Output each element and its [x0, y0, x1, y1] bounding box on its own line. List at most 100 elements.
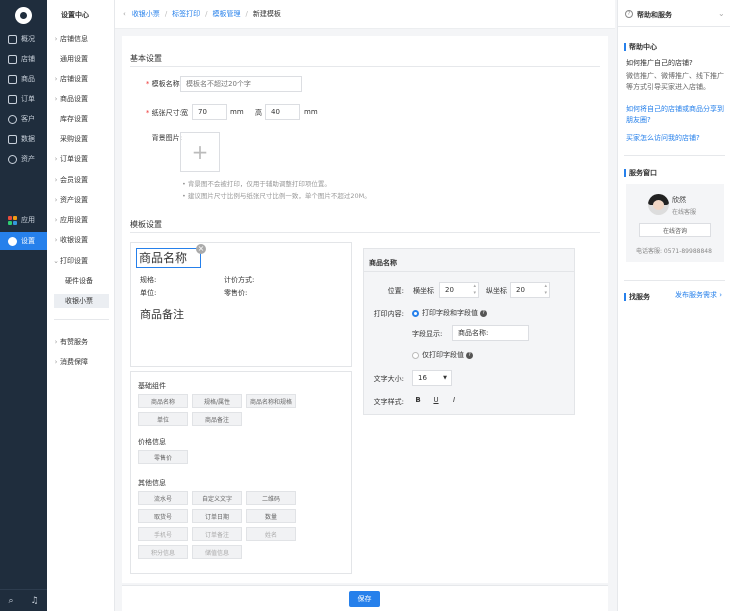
subnav-item[interactable]: 库存设置 [47, 112, 115, 126]
breadcrumb-link[interactable]: 模板管理 [213, 9, 241, 19]
search-icon[interactable]: ⌕ [8, 596, 13, 606]
chevron-right-icon: › [54, 75, 58, 83]
chevron-right-icon: › [54, 95, 58, 103]
nav-item-data[interactable]: 数据 [0, 130, 47, 148]
height-input[interactable] [265, 104, 300, 120]
close-icon[interactable]: × [196, 244, 206, 254]
nav-item-overview[interactable]: 概况 [0, 30, 47, 48]
group-title: 其他信息 [138, 479, 166, 487]
height-label: 高 [255, 109, 262, 117]
width-input[interactable] [192, 104, 227, 120]
accent-bar [624, 169, 626, 177]
subnav-item-print[interactable]: ⌄ 打印设置 [47, 254, 115, 268]
template-name-input[interactable] [180, 76, 302, 92]
chevron-right-icon: › [54, 338, 58, 346]
shop-avatar[interactable] [15, 7, 32, 24]
component-chip[interactable]: 手机号 [138, 527, 188, 541]
italic-button[interactable]: I [448, 394, 460, 406]
canvas-pricing[interactable]: 计价方式: [224, 275, 254, 285]
field-display-input[interactable]: 商品名称: [452, 325, 529, 341]
find-service-link[interactable]: 发布服务需求 › [675, 290, 722, 301]
underline-button[interactable]: U [430, 394, 442, 406]
component-chip[interactable]: 规格/属性 [192, 394, 242, 408]
subnav-label: 采购设置 [60, 135, 88, 143]
nav-item-store[interactable]: 店铺 [0, 50, 47, 68]
subnav-item[interactable]: › 应用设置 [47, 213, 115, 227]
subnav-item[interactable]: › 店铺设置 [47, 72, 115, 86]
label-text: 模板名称: [151, 80, 182, 88]
subnav-item[interactable]: › 收银设置 [47, 233, 115, 247]
nav-item-assets[interactable]: 资产 [0, 150, 47, 168]
component-chip[interactable]: 订单备注 [192, 527, 242, 541]
font-size-select[interactable]: 16 ▼ [412, 370, 452, 386]
nav-item-customers[interactable]: 客户 [0, 110, 47, 128]
component-chip[interactable]: 商品名称 [138, 394, 188, 408]
component-chip[interactable]: 商品名称和规格 [246, 394, 296, 408]
subnav-label: 收银设置 [60, 236, 88, 244]
subnav-item[interactable]: 采购设置 [47, 132, 115, 146]
chevron-down-icon: ⌄ [53, 257, 59, 265]
canvas-retail[interactable]: 零售价: [224, 288, 247, 298]
component-chip[interactable]: 单位 [138, 412, 188, 426]
save-button[interactable]: 保存 [349, 591, 380, 607]
chevron-right-icon: › [54, 155, 58, 163]
position-label: 位置: [387, 287, 404, 295]
chevron-down-icon[interactable]: ⌄ [718, 9, 725, 18]
x-input[interactable]: 20 ▴ ▾ [439, 282, 479, 298]
component-chip[interactable]: 姓名 [246, 527, 296, 541]
stepper-icon[interactable]: ▴ ▾ [544, 283, 547, 297]
radio-value-only[interactable]: 仅打印字段值? [412, 350, 473, 360]
bell-icon[interactable]: ♫ [30, 596, 38, 606]
breadcrumb-link[interactable]: 标签打印 [172, 9, 200, 19]
help-link[interactable]: 买家怎么访问我的店铺? [626, 133, 726, 144]
component-chip[interactable]: 积分信息 [138, 545, 188, 559]
subnav-child-hardware[interactable]: 硬件设备 [47, 274, 115, 288]
subnav-item[interactable]: › 有赞服务 [47, 335, 115, 349]
component-chip[interactable]: 取货号 [138, 509, 188, 523]
component-chip[interactable]: 数量 [246, 509, 296, 523]
canvas-note[interactable]: 商品备注 [140, 306, 184, 322]
nav-item-label: 店铺 [21, 55, 35, 63]
accent-bar [624, 293, 626, 301]
stepper-icon[interactable]: ▴ ▾ [473, 283, 476, 297]
subnav-label: 应用设置 [60, 216, 88, 224]
subnav-item[interactable]: 通用设置 [47, 52, 115, 66]
help-icon[interactable]: ? [480, 309, 487, 317]
chevron-right-icon: › [54, 35, 58, 43]
subnav-child-receipt[interactable]: 收银小票 [54, 294, 109, 308]
subnav-item[interactable]: › 资产设置 [47, 193, 115, 207]
template-canvas[interactable]: 商品名称 × 规格: 计价方式: 单位: 零售价: 商品备注 [130, 242, 352, 367]
service-window-title: 服务窗口 [624, 168, 657, 178]
component-chip[interactable]: 储值信息 [192, 545, 242, 559]
nav-item-apps[interactable]: 应用 [0, 211, 47, 229]
subnav-item[interactable]: › 订单设置 [47, 152, 115, 166]
nav-item-settings[interactable]: 设置 [0, 232, 47, 250]
help-link[interactable]: 如何将自己的店铺或商品分享到朋友圈? [626, 104, 728, 126]
radio-field-value[interactable]: 打印字段和字段值? [412, 308, 487, 318]
component-chip[interactable]: 自定义文字 [192, 491, 242, 505]
breadcrumb-link[interactable]: 收银小票 [132, 9, 160, 19]
subnav-item[interactable]: › 消费保障 [47, 355, 115, 369]
component-chip[interactable]: 订单日期 [192, 509, 242, 523]
bold-button[interactable]: B [412, 394, 424, 406]
consult-button[interactable]: 在线咨询 [639, 223, 711, 237]
component-chip[interactable]: 商品备注 [192, 412, 242, 426]
nav-item-goods[interactable]: 商品 [0, 70, 47, 88]
subnav-item[interactable]: › 商品设置 [47, 92, 115, 106]
help-icon[interactable]: ? [466, 351, 473, 359]
divider [54, 319, 109, 320]
canvas-spec[interactable]: 规格: [140, 275, 156, 285]
subnav-item[interactable]: › 会员设置 [47, 173, 115, 187]
y-input[interactable]: 20 ▴ ▾ [510, 282, 550, 298]
component-chip[interactable]: 二维码 [246, 491, 296, 505]
component-chip[interactable]: 零售价 [138, 450, 188, 464]
chevron-left-icon[interactable]: ‹ [123, 10, 126, 18]
canvas-unit[interactable]: 单位: [140, 288, 156, 298]
canvas-product-name[interactable]: 商品名称 [136, 248, 201, 268]
subnav-label: 通用设置 [60, 55, 88, 63]
subnav-item[interactable]: › 店铺信息 [47, 32, 115, 46]
background-upload[interactable]: + [180, 132, 220, 172]
nav-item-orders[interactable]: 订单 [0, 90, 47, 108]
component-chip[interactable]: 流水号 [138, 491, 188, 505]
chevron-right-icon: › [54, 196, 58, 204]
